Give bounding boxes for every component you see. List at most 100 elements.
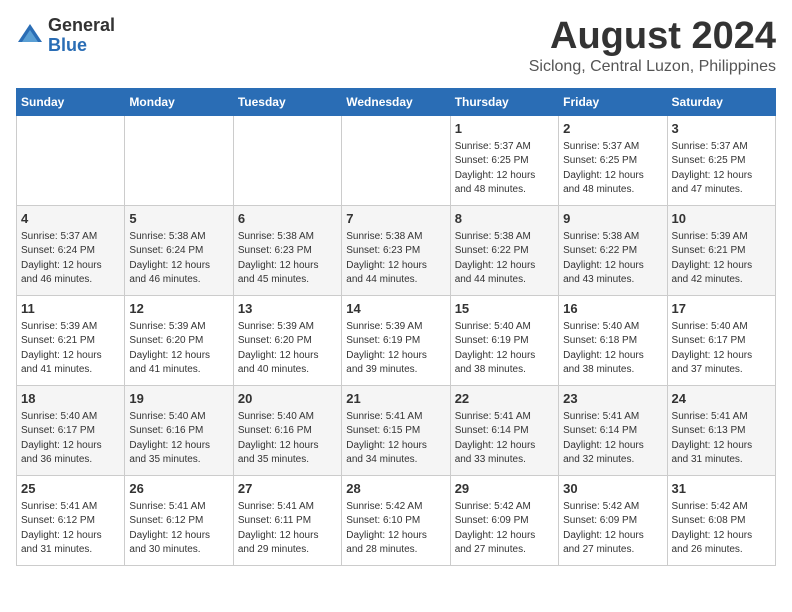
day-detail: Sunrise: 5:39 AM Sunset: 6:21 PM Dayligh… — [21, 320, 120, 378]
day-number: 24 — [672, 390, 771, 408]
day-detail: Sunrise: 5:42 AM Sunset: 6:08 PM Dayligh… — [672, 500, 771, 558]
header-day-friday: Friday — [559, 88, 667, 115]
day-cell: 18Sunrise: 5:40 AM Sunset: 6:17 PM Dayli… — [17, 385, 125, 475]
day-detail: Sunrise: 5:37 AM Sunset: 6:24 PM Dayligh… — [21, 230, 120, 288]
day-cell: 19 Sunrise: 5:40 AM Sunset: 6:16 PM Dayli… — [125, 385, 233, 475]
day-number: 25 — [21, 480, 120, 498]
day-detail: Sunrise: 5:38 AM Sunset: 6:22 PM Dayligh… — [455, 230, 554, 288]
day-cell: 31 Sunrise: 5:42 AM Sunset: 6:08 PM Dayli… — [667, 475, 775, 565]
day-number: 3 — [672, 120, 771, 138]
day-cell: 26Sunrise: 5:41 AM Sunset: 6:12 PM Dayli… — [125, 475, 233, 565]
day-cell: 10 Sunrise: 5:39 AM Sunset: 6:21 PM Dayli… — [667, 205, 775, 295]
day-detail: Sunrise: 5:38 AM Sunset: 6:23 PM Dayligh… — [346, 230, 445, 288]
day-cell — [17, 115, 125, 205]
day-number: 23 — [563, 390, 662, 408]
day-number: 4 — [21, 210, 120, 228]
day-cell: 20 Sunrise: 5:40 AM Sunset: 6:16 PM Dayli… — [233, 385, 341, 475]
day-cell: 25 Sunrise: 5:41 AM Sunset: 6:12 PM Dayli… — [17, 475, 125, 565]
day-detail: Sunrise: 5:41 AM Sunset: 6:12 PM Dayligh… — [21, 500, 120, 558]
logo-icon — [16, 22, 44, 50]
day-number: 10 — [672, 210, 771, 228]
header-day-wednesday: Wednesday — [342, 88, 450, 115]
week-row-1: 1 Sunrise: 5:37 AM Sunset: 6:25 PM Daylig… — [17, 115, 776, 205]
header-day-saturday: Saturday — [667, 88, 775, 115]
day-detail: Sunrise: 5:40 AM Sunset: 6:16 PM Dayligh… — [238, 410, 337, 468]
day-detail: Sunrise: 5:41 AM Sunset: 6:13 PM Dayligh… — [672, 410, 771, 468]
day-number: 19 — [129, 390, 228, 408]
day-cell: 24 Sunrise: 5:41 AM Sunset: 6:13 PM Dayli… — [667, 385, 775, 475]
subtitle: Siclong, Central Luzon, Philippines — [529, 58, 776, 76]
day-number: 1 — [455, 120, 554, 138]
day-cell: 2Sunrise: 5:37 AM Sunset: 6:25 PM Daylig… — [559, 115, 667, 205]
day-detail: Sunrise: 5:42 AM Sunset: 6:09 PM Dayligh… — [563, 500, 662, 558]
logo-text: General Blue — [48, 16, 115, 56]
week-row-5: 25 Sunrise: 5:41 AM Sunset: 6:12 PM Dayli… — [17, 475, 776, 565]
day-cell — [342, 115, 450, 205]
header-day-thursday: Thursday — [450, 88, 558, 115]
main-title: August 2024 — [529, 16, 776, 58]
day-detail: Sunrise: 5:38 AM Sunset: 6:24 PM Dayligh… — [129, 230, 228, 288]
day-cell: 6 Sunrise: 5:38 AM Sunset: 6:23 PM Daylig… — [233, 205, 341, 295]
day-cell: 16Sunrise: 5:40 AM Sunset: 6:18 PM Dayli… — [559, 295, 667, 385]
day-detail: Sunrise: 5:38 AM Sunset: 6:23 PM Dayligh… — [238, 230, 337, 288]
day-detail: Sunrise: 5:41 AM Sunset: 6:14 PM Dayligh… — [563, 410, 662, 468]
day-cell: 9 Sunrise: 5:38 AM Sunset: 6:22 PM Daylig… — [559, 205, 667, 295]
day-detail: Sunrise: 5:40 AM Sunset: 6:19 PM Dayligh… — [455, 320, 554, 378]
header-day-sunday: Sunday — [17, 88, 125, 115]
day-number: 21 — [346, 390, 445, 408]
calendar-table: SundayMondayTuesdayWednesdayThursdayFrid… — [16, 88, 776, 566]
page-header: General Blue August 2024 Siclong, Centra… — [16, 16, 776, 76]
calendar-body: 1 Sunrise: 5:37 AM Sunset: 6:25 PM Daylig… — [17, 115, 776, 565]
day-detail: Sunrise: 5:41 AM Sunset: 6:15 PM Dayligh… — [346, 410, 445, 468]
day-number: 18 — [21, 390, 120, 408]
day-detail: Sunrise: 5:37 AM Sunset: 6:25 PM Dayligh… — [563, 140, 662, 198]
day-detail: Sunrise: 5:40 AM Sunset: 6:16 PM Dayligh… — [129, 410, 228, 468]
day-number: 17 — [672, 300, 771, 318]
day-number: 11 — [21, 300, 120, 318]
day-number: 28 — [346, 480, 445, 498]
week-row-3: 11 Sunrise: 5:39 AM Sunset: 6:21 PM Dayli… — [17, 295, 776, 385]
day-number: 9 — [563, 210, 662, 228]
title-section: August 2024 Siclong, Central Luzon, Phil… — [529, 16, 776, 76]
day-detail: Sunrise: 5:40 AM Sunset: 6:17 PM Dayligh… — [672, 320, 771, 378]
day-cell: 30 Sunrise: 5:42 AM Sunset: 6:09 PM Dayli… — [559, 475, 667, 565]
day-cell: 17 Sunrise: 5:40 AM Sunset: 6:17 PM Dayli… — [667, 295, 775, 385]
calendar-header: SundayMondayTuesdayWednesdayThursdayFrid… — [17, 88, 776, 115]
day-number: 14 — [346, 300, 445, 318]
day-cell: 14Sunrise: 5:39 AM Sunset: 6:19 PM Dayli… — [342, 295, 450, 385]
day-cell: 4 Sunrise: 5:37 AM Sunset: 6:24 PM Daylig… — [17, 205, 125, 295]
day-number: 16 — [563, 300, 662, 318]
day-detail: Sunrise: 5:41 AM Sunset: 6:12 PM Dayligh… — [129, 500, 228, 558]
day-cell: 7Sunrise: 5:38 AM Sunset: 6:23 PM Daylig… — [342, 205, 450, 295]
day-number: 31 — [672, 480, 771, 498]
day-detail: Sunrise: 5:37 AM Sunset: 6:25 PM Dayligh… — [455, 140, 554, 198]
day-cell: 29Sunrise: 5:42 AM Sunset: 6:09 PM Dayli… — [450, 475, 558, 565]
week-row-4: 18Sunrise: 5:40 AM Sunset: 6:17 PM Dayli… — [17, 385, 776, 475]
week-row-2: 4 Sunrise: 5:37 AM Sunset: 6:24 PM Daylig… — [17, 205, 776, 295]
day-detail: Sunrise: 5:39 AM Sunset: 6:20 PM Dayligh… — [129, 320, 228, 378]
logo-blue: Blue — [48, 36, 115, 56]
day-number: 13 — [238, 300, 337, 318]
day-cell: 27Sunrise: 5:41 AM Sunset: 6:11 PM Dayli… — [233, 475, 341, 565]
day-cell: 1 Sunrise: 5:37 AM Sunset: 6:25 PM Daylig… — [450, 115, 558, 205]
day-number: 20 — [238, 390, 337, 408]
day-number: 5 — [129, 210, 228, 228]
day-detail: Sunrise: 5:38 AM Sunset: 6:22 PM Dayligh… — [563, 230, 662, 288]
day-detail: Sunrise: 5:37 AM Sunset: 6:25 PM Dayligh… — [672, 140, 771, 198]
day-number: 22 — [455, 390, 554, 408]
header-row: SundayMondayTuesdayWednesdayThursdayFrid… — [17, 88, 776, 115]
day-cell: 13 Sunrise: 5:39 AM Sunset: 6:20 PM Dayli… — [233, 295, 341, 385]
day-cell: 23 Sunrise: 5:41 AM Sunset: 6:14 PM Dayli… — [559, 385, 667, 475]
day-cell — [125, 115, 233, 205]
day-cell: 3 Sunrise: 5:37 AM Sunset: 6:25 PM Daylig… — [667, 115, 775, 205]
day-detail: Sunrise: 5:39 AM Sunset: 6:21 PM Dayligh… — [672, 230, 771, 288]
day-cell: 8Sunrise: 5:38 AM Sunset: 6:22 PM Daylig… — [450, 205, 558, 295]
day-number: 6 — [238, 210, 337, 228]
day-number: 12 — [129, 300, 228, 318]
day-detail: Sunrise: 5:42 AM Sunset: 6:10 PM Dayligh… — [346, 500, 445, 558]
day-cell: 5 Sunrise: 5:38 AM Sunset: 6:24 PM Daylig… — [125, 205, 233, 295]
day-number: 30 — [563, 480, 662, 498]
day-number: 29 — [455, 480, 554, 498]
day-detail: Sunrise: 5:39 AM Sunset: 6:20 PM Dayligh… — [238, 320, 337, 378]
day-number: 27 — [238, 480, 337, 498]
